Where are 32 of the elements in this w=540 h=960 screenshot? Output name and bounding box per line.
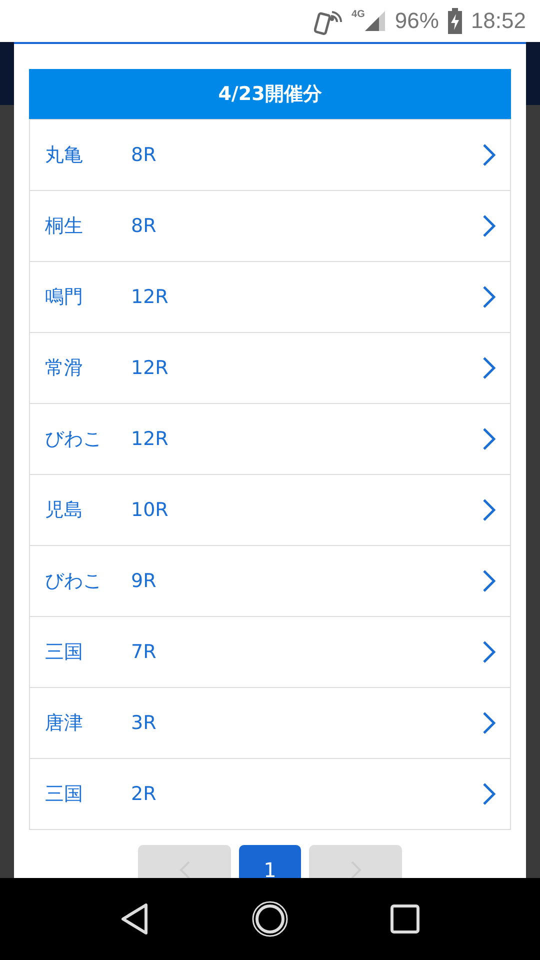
network-type: 4G xyxy=(352,9,365,20)
battery-percent: 96% xyxy=(394,8,439,34)
chevron-right-icon xyxy=(482,782,496,806)
race-row[interactable]: 児島 10R xyxy=(30,474,510,545)
recents-icon[interactable] xyxy=(390,904,420,934)
chevron-right-icon xyxy=(350,860,362,878)
race-row[interactable]: 三国 2R xyxy=(30,758,510,829)
chevron-right-icon xyxy=(482,214,496,238)
race-row[interactable]: 桐生 8R xyxy=(30,190,510,261)
chevron-right-icon xyxy=(482,711,496,735)
back-icon[interactable] xyxy=(120,902,150,936)
race-row[interactable]: 丸亀 8R xyxy=(30,119,510,190)
race-row[interactable]: 唐津 3R xyxy=(30,687,510,758)
chevron-right-icon xyxy=(482,498,496,522)
race-row[interactable]: 常滑 12R xyxy=(30,332,510,403)
race-row[interactable]: びわこ 9R xyxy=(30,545,510,616)
home-icon[interactable] xyxy=(250,900,289,938)
race-row[interactable]: 三国 7R xyxy=(30,616,510,687)
chevron-right-icon xyxy=(482,427,496,451)
chevron-right-icon xyxy=(482,356,496,380)
chevron-right-icon xyxy=(482,143,496,167)
chevron-right-icon xyxy=(482,569,496,593)
chevron-right-icon xyxy=(482,640,496,664)
page-button[interactable]: 1 xyxy=(239,845,301,878)
clock-time: 18:52 xyxy=(470,8,526,34)
chevron-right-icon xyxy=(482,285,496,309)
race-row[interactable]: びわこ 12R xyxy=(30,403,510,474)
signal-icon xyxy=(362,10,387,32)
chevron-left-icon xyxy=(178,860,190,878)
race-row[interactable]: 鳴門 12R xyxy=(30,261,510,332)
list-header: 4/23開催分 xyxy=(29,69,511,119)
battery-charging-icon xyxy=(446,8,463,34)
